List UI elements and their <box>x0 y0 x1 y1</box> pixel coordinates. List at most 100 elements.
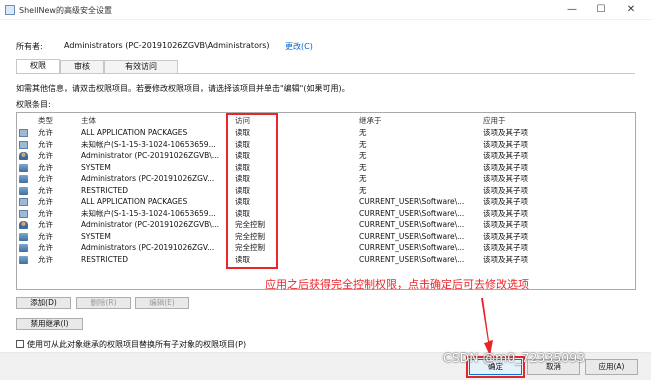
title-bar: ShellNew的高级安全设置 — ☐ ✕ <box>0 0 651 20</box>
applies-to-cell: 该项及其子项 <box>483 231 528 241</box>
window-title: ShellNew的高级安全设置 <box>19 6 112 15</box>
type-cell: 允许 <box>38 139 53 149</box>
principal-cell: Administrators (PC-20191026ZGV... <box>81 243 215 252</box>
inherited-from-cell: 无 <box>359 128 367 137</box>
tab-effective-access[interactable]: 有效访问 <box>104 60 178 73</box>
header-type[interactable]: 类型 <box>38 115 53 127</box>
user-icon <box>19 221 28 229</box>
table-row[interactable]: 允许 SYSTEM 读取无该项及其子项 <box>17 162 635 174</box>
group-icon <box>19 175 28 183</box>
replace-checkbox-label: 使用可从此对象继承的权限项目替换所有子对象的权限项目(P) <box>27 340 247 349</box>
table-row[interactable]: 允许 Administrator (PC-20191026ZGVB\... 完全控制… <box>17 219 635 231</box>
table-row[interactable]: 允许 未知帐户(S-1-15-3-1024-10653659... 读取 CURREN… <box>17 208 635 220</box>
type-cell: 允许 <box>38 162 53 172</box>
applies-to-cell: 该项及其子项 <box>483 197 528 206</box>
principal-cell: RESTRICTED <box>81 185 129 195</box>
group-icon <box>19 255 28 264</box>
package-icon <box>19 140 28 149</box>
applies-to-cell: 该项及其子项 <box>483 151 528 160</box>
edit-button[interactable]: 编辑(E) <box>135 297 189 309</box>
applies-to-cell: 该项及其子项 <box>483 128 528 137</box>
package-icon <box>19 129 28 137</box>
applies-to-cell: 该项及其子项 <box>483 220 528 229</box>
tab-permissions[interactable]: 权限 <box>16 59 60 73</box>
type-cell: 允许 <box>38 174 53 183</box>
table-row[interactable]: 允许 Administrator (PC-20191026ZGVB\... 读取无该… <box>17 150 635 162</box>
group-icon <box>19 244 28 252</box>
access-column-highlight <box>226 113 278 269</box>
principal-cell: RESTRICTED <box>81 254 129 264</box>
table-row[interactable]: 允许 未知帐户(S-1-15-3-1024-10653659... 读取无该项及其子… <box>17 139 635 151</box>
type-cell: 允许 <box>38 254 53 264</box>
arrow-down-icon <box>481 298 493 356</box>
inherited-from-cell: 无 <box>359 151 367 160</box>
annotation-text: 应用之后获得完全控制权限，点击确定后可去修改选项 <box>265 278 529 291</box>
table-row[interactable]: 允许 ALL APPLICATION PACKAGES 读取无该项及其子项 <box>17 127 635 139</box>
inherited-from-cell: CURRENT_USER\Software\... <box>359 231 465 241</box>
inherited-from-cell: CURRENT_USER\Software\... <box>359 197 465 206</box>
inherited-from-cell: 无 <box>359 162 367 172</box>
group-icon <box>19 186 28 195</box>
table-row[interactable]: 允许 RESTRICTED 读取 CURRENT_USER\Software\... 该… <box>17 254 635 266</box>
inherited-from-cell: 无 <box>359 174 367 183</box>
type-cell: 允许 <box>38 151 53 160</box>
remove-button[interactable]: 删除(R) <box>76 297 131 309</box>
user-icon <box>19 152 28 160</box>
table-row[interactable]: 允许 SYSTEM 完全控制 CURRENT_USER\Software\... 该项及… <box>17 231 635 243</box>
inherited-from-cell: CURRENT_USER\Software\... <box>359 208 465 218</box>
package-icon <box>19 198 28 206</box>
principal-cell: 未知帐户(S-1-15-3-1024-10653659... <box>81 139 216 149</box>
add-button[interactable]: 添加(D) <box>16 297 71 309</box>
principal-icon-cell <box>19 254 29 268</box>
principal-cell: SYSTEM <box>81 231 111 241</box>
group-icon <box>19 163 28 172</box>
principal-cell: 未知帐户(S-1-15-3-1024-10653659... <box>81 208 216 218</box>
table-row[interactable]: 允许 ALL APPLICATION PACKAGES 读取 CURRENT_USER… <box>17 196 635 208</box>
principal-cell: Administrator (PC-20191026ZGVB\... <box>81 151 219 160</box>
applies-to-cell: 该项及其子项 <box>483 243 528 252</box>
owner-value: Administrators (PC-20191026ZGVB\Administ… <box>64 41 270 50</box>
tab-divider <box>16 73 635 74</box>
type-cell: 允许 <box>38 185 53 195</box>
close-button[interactable]: ✕ <box>617 0 645 20</box>
maximize-button[interactable]: ☐ <box>587 0 615 20</box>
minimize-button[interactable]: — <box>558 0 586 20</box>
table-row[interactable]: 允许 Administrators (PC-20191026ZGV... 读取无该项… <box>17 173 635 185</box>
principal-cell: ALL APPLICATION PACKAGES <box>81 128 188 137</box>
header-inherited-from[interactable]: 继承于 <box>359 115 477 127</box>
type-cell: 允许 <box>38 243 53 252</box>
header-principal[interactable]: 主体 <box>81 115 229 127</box>
folder-security-icon <box>5 5 15 15</box>
principal-cell: Administrator (PC-20191026ZGVB\... <box>81 220 219 229</box>
type-cell: 允许 <box>38 231 53 241</box>
permission-entries-label: 权限条目: <box>16 100 51 109</box>
inherited-from-cell: CURRENT_USER\Software\... <box>359 243 465 252</box>
inherited-from-cell: CURRENT_USER\Software\... <box>359 220 465 229</box>
change-owner-link[interactable]: 更改(C) <box>285 41 313 52</box>
type-cell: 允许 <box>38 220 53 229</box>
principal-cell: SYSTEM <box>81 162 111 172</box>
replace-checkbox[interactable] <box>16 340 24 348</box>
table-row[interactable]: 允许 Administrators (PC-20191026ZGV... 完全控制 C… <box>17 242 635 254</box>
info-text: 如需其他信息，请双击权限项目。若要修改权限项目，请选择该项目并单击"编辑"(如果… <box>16 84 350 93</box>
table-row[interactable]: 允许 RESTRICTED 读取无该项及其子项 <box>17 185 635 197</box>
principal-cell: ALL APPLICATION PACKAGES <box>81 197 188 206</box>
group-icon <box>19 232 28 241</box>
type-cell: 允许 <box>38 197 53 206</box>
applies-to-cell: 该项及其子项 <box>483 162 528 172</box>
applies-to-cell: 该项及其子项 <box>483 185 528 195</box>
package-icon <box>19 209 28 218</box>
inherited-from-cell: 无 <box>359 139 367 149</box>
type-cell: 允许 <box>38 128 53 137</box>
tab-auditing[interactable]: 审核 <box>60 60 104 73</box>
apply-button[interactable]: 应用(A) <box>585 359 638 375</box>
list-header: 类型 主体 访问 继承于 应用于 <box>17 115 635 127</box>
type-cell: 允许 <box>38 208 53 218</box>
permission-entries-list[interactable]: 类型 主体 访问 继承于 应用于 允许 ALL APPLICATION PACKA… <box>16 112 636 290</box>
disable-inheritance-button[interactable]: 禁用继承(I) <box>16 318 83 330</box>
applies-to-cell: 该项及其子项 <box>483 254 528 264</box>
principal-cell: Administrators (PC-20191026ZGV... <box>81 174 215 183</box>
replace-child-permissions[interactable]: 使用可从此对象继承的权限项目替换所有子对象的权限项目(P) <box>16 339 246 350</box>
watermark: CSDN @m0_72335093 <box>443 350 586 365</box>
header-applies-to[interactable]: 应用于 <box>483 115 506 127</box>
